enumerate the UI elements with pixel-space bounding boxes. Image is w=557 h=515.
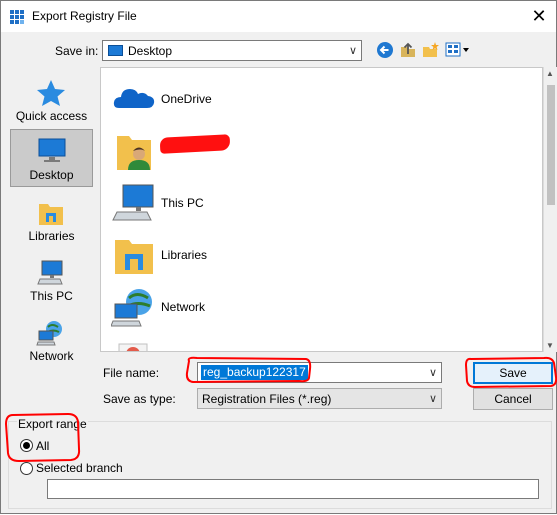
- list-item-label: Network: [161, 300, 206, 314]
- radio-selected-branch[interactable]: [20, 462, 33, 475]
- export-registry-dialog: Export Registry File ✕ Save in: Desktop …: [0, 0, 557, 514]
- network-icon: [111, 289, 152, 327]
- place-this-pc[interactable]: This PC: [10, 253, 93, 309]
- back-arrow-icon[interactable]: [376, 41, 394, 59]
- chevron-down-icon[interactable]: ∨: [429, 366, 437, 379]
- save-as-type-dropdown[interactable]: Registration Files (*.reg) ∨: [197, 388, 442, 409]
- export-range-title: Export range: [17, 417, 88, 431]
- place-label: This PC: [30, 289, 73, 303]
- scroll-down-icon[interactable]: ▼: [546, 341, 554, 350]
- window-title: Export Registry File: [32, 9, 137, 23]
- radio-all[interactable]: [20, 439, 33, 452]
- view-menu-icon[interactable]: [445, 41, 471, 59]
- libraries-icon: [115, 240, 153, 274]
- close-button[interactable]: ✕: [528, 6, 550, 26]
- list-item-label: OneDrive: [161, 92, 212, 106]
- redacted-username: [159, 134, 231, 154]
- scroll-thumb[interactable]: [547, 85, 555, 205]
- save-button[interactable]: Save: [473, 362, 553, 384]
- place-label: Quick access: [15, 109, 88, 123]
- file-icon: [118, 343, 148, 351]
- star-icon: [37, 80, 65, 106]
- place-label: Network: [29, 349, 74, 363]
- chevron-down-icon: ∨: [348, 45, 357, 57]
- radio-all-label[interactable]: All: [36, 439, 49, 453]
- place-libraries[interactable]: Libraries: [10, 193, 93, 249]
- cancel-button[interactable]: Cancel: [473, 388, 553, 410]
- network-icon: [36, 321, 62, 346]
- place-network[interactable]: Network: [10, 313, 93, 369]
- save-as-type-value: Registration Files (*.reg): [202, 392, 332, 406]
- list-item-user-folder[interactable]: [107, 126, 527, 176]
- place-label: Libraries: [28, 229, 75, 243]
- registry-editor-icon: [10, 10, 24, 24]
- file-name-label: File name:: [103, 366, 160, 380]
- scroll-up-icon[interactable]: ▲: [546, 69, 554, 78]
- save-in-label: Save in:: [55, 44, 99, 58]
- computer-icon: [112, 184, 154, 221]
- chevron-down-icon: ∨: [428, 393, 437, 405]
- list-item-network[interactable]: Network: [107, 282, 527, 332]
- radio-selected-branch-label[interactable]: Selected branch: [36, 461, 123, 475]
- title-bar: Export Registry File ✕: [1, 1, 556, 32]
- file-name-value: reg_backup122317: [201, 365, 308, 380]
- list-item-this-pc[interactable]: This PC: [107, 178, 527, 228]
- user-folder-icon: [117, 136, 151, 170]
- list-item-label: This PC: [161, 196, 204, 210]
- place-desktop[interactable]: Desktop: [10, 129, 93, 187]
- save-in-dropdown[interactable]: Desktop ∨: [102, 40, 362, 61]
- save-in-value: Desktop: [128, 44, 173, 58]
- file-list-scrollbar[interactable]: ▲ ▼: [543, 67, 557, 352]
- list-item-label: Libraries: [161, 248, 208, 262]
- selected-branch-input[interactable]: [47, 479, 539, 499]
- desktop-icon: [38, 138, 66, 162]
- list-item-onedrive[interactable]: OneDrive: [107, 74, 527, 124]
- cloud-icon: [113, 89, 155, 108]
- new-folder-icon[interactable]: [422, 41, 440, 59]
- computer-icon: [37, 260, 63, 285]
- list-item-partial[interactable]: [107, 334, 527, 351]
- save-as-type-label: Save as type:: [103, 392, 176, 406]
- file-list[interactable]: OneDrive This PC Libraries Network: [100, 67, 543, 352]
- up-folder-icon[interactable]: [399, 41, 417, 59]
- place-label: Desktop: [29, 168, 74, 182]
- desktop-icon: [108, 45, 123, 56]
- list-item-libraries[interactable]: Libraries: [107, 230, 527, 280]
- places-bar: Quick access Desktop Libraries This PC N…: [8, 67, 95, 377]
- place-quick-access[interactable]: Quick access: [10, 73, 93, 129]
- libraries-icon: [39, 204, 63, 225]
- file-name-input[interactable]: reg_backup122317 ∨: [197, 362, 442, 383]
